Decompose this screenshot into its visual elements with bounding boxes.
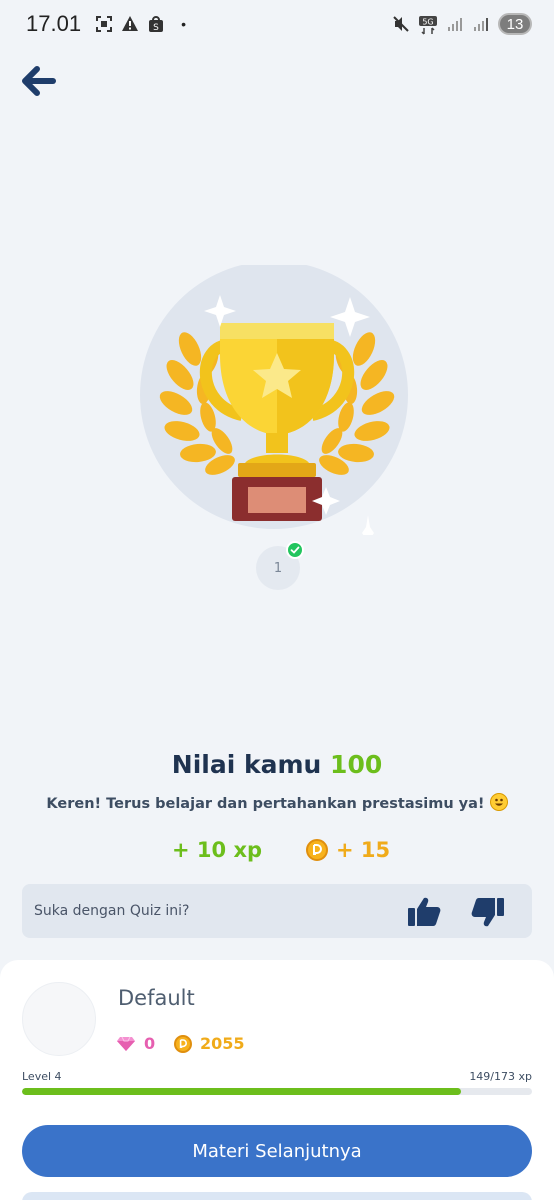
mute-icon (392, 15, 410, 33)
trophy-illustration (138, 261, 416, 551)
coin-count: 2055 (174, 1034, 245, 1053)
network-5g-icon: 5G (418, 15, 438, 35)
back-button[interactable] (18, 62, 60, 100)
profile-sheet: Default 0 2055 Level 4 149/173 xp Materi… (0, 960, 554, 1200)
arrow-left-icon (22, 66, 56, 96)
screenshot-icon (95, 15, 113, 33)
like-button[interactable] (406, 896, 442, 928)
coin-value: 2055 (200, 1034, 245, 1053)
trophy-icon (140, 261, 408, 551)
coin-reward: + 15 (306, 838, 390, 862)
status-right-icons: 5G 13 (392, 13, 532, 35)
status-left-icons: S • (95, 15, 186, 33)
svg-text:S: S (153, 23, 159, 33)
signal-icon (472, 15, 490, 33)
level-label: Level 4 (22, 1070, 62, 1083)
status-dot: • (181, 16, 186, 32)
score-message: Keren! Terus belajar dan pertahankan pre… (0, 793, 554, 812)
dislike-button[interactable] (470, 896, 506, 928)
smile-emoji-icon (489, 793, 508, 811)
check-icon (286, 541, 304, 559)
xp-progress-bar (22, 1088, 532, 1095)
battery-icon: 13 (498, 13, 532, 35)
profile-name: Default (118, 986, 195, 1010)
status-time: 17.01 (26, 11, 82, 36)
xp-progress-label: 149/173 xp (469, 1070, 532, 1083)
signal-icon (446, 15, 464, 33)
score-value: 100 (330, 750, 383, 779)
shopee-icon: S (147, 15, 165, 33)
next-material-button[interactable]: Materi Selanjutnya (22, 1125, 532, 1177)
gem-count: 0 (116, 1034, 155, 1053)
thumbs-down-icon (471, 898, 504, 927)
xp-reward: + 10 xp (172, 838, 263, 862)
gem-value: 0 (144, 1034, 156, 1053)
bottom-peek (22, 1192, 532, 1200)
coin-icon (306, 839, 328, 861)
gem-icon (117, 1036, 135, 1051)
coin-icon (174, 1034, 192, 1053)
score-heading: Nilai kamu 100 (0, 750, 554, 779)
svg-text:5G: 5G (422, 18, 433, 27)
avatar (22, 982, 96, 1056)
feedback-label: Suka dengan Quiz ini? (34, 903, 190, 919)
score-message-text: Keren! Terus belajar dan pertahankan pre… (46, 796, 485, 812)
xp-progress-fill (22, 1088, 462, 1095)
thumbs-up-icon (408, 897, 441, 926)
feedback-bar: Suka dengan Quiz ini? (22, 884, 532, 938)
coin-reward-value: + 15 (336, 838, 391, 862)
warning-icon (121, 15, 139, 33)
rewards-row: + 10 xp + 15 (0, 838, 554, 866)
status-bar: 17.01 S • 5G 13 (0, 0, 554, 48)
score-prefix: Nilai kamu (171, 750, 322, 779)
